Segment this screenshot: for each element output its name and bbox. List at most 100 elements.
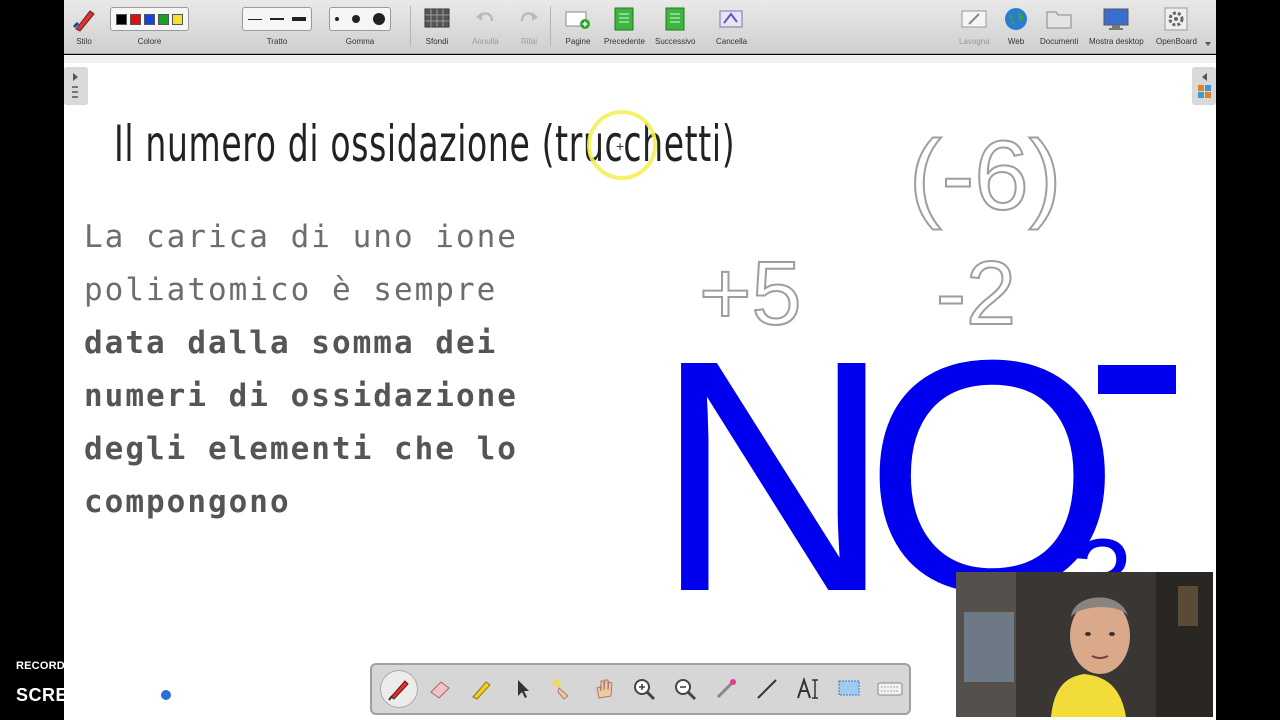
previous-page-icon bbox=[612, 4, 636, 34]
select-tool-button[interactable] bbox=[503, 670, 541, 708]
highlighter-tool-button[interactable] bbox=[462, 670, 500, 708]
laser-tool-button[interactable] bbox=[544, 670, 582, 708]
documents-button[interactable]: Documenti bbox=[1040, 4, 1078, 46]
openboard-label: OpenBoard bbox=[1156, 37, 1197, 46]
undo-button[interactable]: Annulla bbox=[472, 4, 499, 46]
clear-page-icon bbox=[719, 4, 745, 34]
screencast-logo-icon bbox=[149, 678, 184, 712]
stroke-group: Tratto bbox=[242, 4, 312, 46]
eraser-medium[interactable] bbox=[352, 15, 360, 23]
add-page-icon bbox=[565, 4, 591, 34]
zoom-in-icon bbox=[634, 679, 656, 701]
undo-label: Annulla bbox=[472, 37, 499, 46]
watermark-recorded-with: RECORDED WITH bbox=[16, 660, 113, 672]
next-button[interactable]: Successivo bbox=[655, 4, 695, 46]
drawing-tools-bar bbox=[370, 663, 911, 715]
stroke-label: Tratto bbox=[266, 37, 288, 46]
redo-label: Rifai bbox=[520, 37, 537, 46]
expand-left-icon bbox=[1198, 73, 1211, 98]
formula-negative-charge bbox=[1098, 365, 1176, 394]
explanation-bold: data dalla somma dei numeri di ossidazio… bbox=[84, 325, 518, 520]
explanation-plain: La carica di uno ione poliatomico è semp… bbox=[84, 219, 518, 308]
color-label: Colore bbox=[137, 37, 162, 46]
formula-nitrogen: N bbox=[654, 291, 893, 660]
watermark-brand-left: SCREENCAST bbox=[16, 684, 146, 705]
eraser-icon bbox=[430, 681, 450, 699]
keyboard-icon bbox=[877, 682, 903, 696]
screenshot-icon bbox=[838, 680, 860, 696]
previous-label: Precedente bbox=[604, 37, 645, 46]
show-desktop-button[interactable]: Mostra desktop bbox=[1089, 4, 1144, 46]
stylus-button[interactable]: Stilo bbox=[70, 4, 98, 46]
total-charge-label: (-6) bbox=[908, 119, 1062, 231]
pen-tool-button[interactable] bbox=[380, 670, 418, 708]
pointer-icon bbox=[517, 680, 529, 698]
backgrounds-button[interactable]: Sfondi bbox=[424, 4, 450, 46]
line-tool-button[interactable] bbox=[748, 670, 786, 708]
pages-button[interactable]: Pagine bbox=[565, 4, 591, 46]
laser-hand-icon bbox=[552, 679, 569, 700]
undo-icon bbox=[474, 4, 496, 34]
color-swatch-blue[interactable] bbox=[144, 13, 155, 25]
zoom-out-tool-button[interactable] bbox=[666, 670, 704, 708]
documents-label: Documenti bbox=[1040, 37, 1079, 46]
presenter-video-icon bbox=[956, 572, 1213, 717]
highlighter-icon bbox=[471, 681, 491, 700]
openboard-button[interactable]: OpenBoard bbox=[1156, 4, 1197, 46]
color-swatch-black[interactable] bbox=[116, 13, 127, 25]
eraser-large[interactable] bbox=[373, 13, 385, 25]
backgrounds-label: Sfondi bbox=[425, 37, 449, 46]
stroke-thick[interactable] bbox=[292, 17, 306, 21]
app-window: Stilo Colore Tratto Gomma Sfondi Annulla… bbox=[0, 0, 1280, 720]
webcam-overlay bbox=[956, 572, 1213, 717]
stroke-medium[interactable] bbox=[270, 18, 284, 20]
next-page-icon bbox=[663, 4, 687, 34]
color-swatch-red[interactable] bbox=[130, 13, 141, 25]
top-toolbar: Stilo Colore Tratto Gomma Sfondi Annulla… bbox=[64, 0, 1216, 54]
openboard-menu-arrow-icon[interactable] bbox=[1205, 42, 1211, 46]
redo-button[interactable]: Rifai bbox=[518, 4, 540, 46]
stroke-thin[interactable] bbox=[248, 18, 262, 20]
screencast-watermark: RECORDED WITH SCREENCAST MATIC bbox=[16, 660, 245, 712]
board-label: Lavagna bbox=[959, 37, 990, 46]
pages-label: Pagine bbox=[565, 37, 591, 46]
redo-icon bbox=[518, 4, 540, 34]
color-swatch-yellow[interactable] bbox=[172, 13, 183, 25]
web-button[interactable]: Web bbox=[1004, 4, 1028, 46]
watermark-brand-right: MATIC bbox=[187, 684, 246, 705]
line-icon bbox=[757, 679, 777, 699]
pan-tool-button[interactable] bbox=[585, 670, 623, 708]
board-button[interactable]: Lavagna bbox=[959, 4, 990, 46]
eraser-small[interactable] bbox=[335, 17, 339, 21]
screenshot-tool-button[interactable] bbox=[830, 670, 868, 708]
zoom-out-icon bbox=[675, 679, 697, 701]
eraser-tool-button[interactable] bbox=[421, 670, 459, 708]
color-group: Colore bbox=[110, 4, 189, 46]
left-palette-toggle[interactable] bbox=[64, 67, 88, 105]
grid-icon bbox=[424, 4, 450, 34]
next-label: Successivo bbox=[655, 37, 696, 46]
show-desktop-label: Mostra desktop bbox=[1089, 37, 1144, 46]
clear-button[interactable]: Cancella bbox=[716, 4, 747, 46]
crosshair-cursor-icon: + bbox=[616, 138, 625, 154]
folder-icon bbox=[1046, 4, 1072, 34]
expand-right-icon bbox=[72, 73, 78, 98]
previous-button[interactable]: Precedente bbox=[604, 4, 645, 46]
keyboard-tool-button[interactable] bbox=[871, 670, 909, 708]
pen-icon bbox=[388, 680, 409, 701]
hand-icon bbox=[595, 679, 613, 699]
zoom-in-tool-button[interactable] bbox=[626, 670, 664, 708]
capture-tool-button[interactable] bbox=[707, 670, 745, 708]
eraser-size-label: Gomma bbox=[345, 37, 375, 46]
gear-icon bbox=[1164, 4, 1188, 34]
monitor-icon bbox=[1103, 4, 1129, 34]
text-tool-icon bbox=[797, 676, 819, 699]
color-swatch-green[interactable] bbox=[158, 13, 169, 25]
right-palette-toggle[interactable] bbox=[1192, 67, 1216, 105]
explanation-text: La carica di uno ione poliatomico è semp… bbox=[84, 211, 554, 529]
capture-pen-icon bbox=[717, 679, 737, 699]
web-label: Web bbox=[1007, 37, 1025, 46]
board-top-strip bbox=[64, 55, 1216, 63]
text-tool-button[interactable] bbox=[789, 670, 827, 708]
globe-icon bbox=[1004, 4, 1028, 34]
